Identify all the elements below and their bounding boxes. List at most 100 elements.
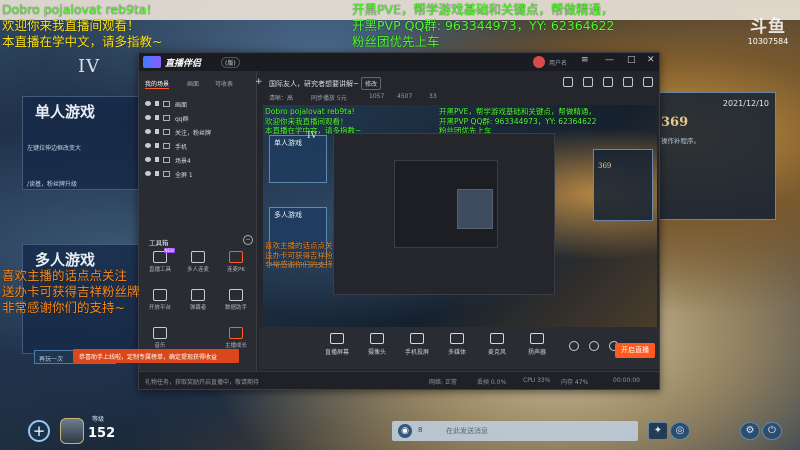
single-player-panel[interactable]: 单人游戏 左键拉伸边框改变大 /读基，粉丝牌升级 [22, 96, 140, 190]
eye-icon[interactable] [145, 143, 151, 148]
tab-receivables[interactable]: 可收表 [215, 79, 233, 88]
screen-capture-button[interactable]: 直播屏幕 [323, 333, 351, 356]
gift-icon[interactable] [583, 77, 593, 87]
tab-screen[interactable]: 画面 [187, 79, 199, 88]
source-type-icon [163, 157, 170, 163]
source-item[interactable]: 手机 [145, 141, 253, 153]
preview-single-panel: 单人游戏 [269, 135, 327, 183]
eye-icon[interactable] [145, 157, 151, 162]
eye-icon[interactable] [145, 115, 151, 120]
source-item[interactable]: 场景4 [145, 155, 253, 167]
tool-label: 音乐 [154, 343, 166, 349]
edit-title-button[interactable]: 修改 [361, 77, 382, 90]
eye-icon[interactable] [145, 171, 151, 176]
microphone-icon [490, 333, 504, 344]
stream-preview[interactable]: Dobro pojalovat reb9ta! 欢迎你来我直播间观看！ 本直播在… [263, 105, 657, 327]
multimedia-button[interactable]: 多媒体 [443, 333, 471, 356]
growth-icon [229, 327, 243, 339]
close-icon[interactable]: ✕ [647, 55, 655, 65]
chat-input[interactable]: 在此发送消息 [446, 426, 488, 436]
tab-scenes[interactable]: 我的场景 [145, 79, 170, 89]
network-status: 网络: 正常 [429, 379, 457, 386]
source-item[interactable]: 全屏 1 [145, 169, 253, 181]
sync-stat: 同步播放 5元 [311, 95, 347, 102]
viewer-stat: 1057 [369, 93, 385, 100]
toolbox-title: 工具箱 [149, 239, 169, 247]
tool-multi-mic[interactable]: 多人连麦 [181, 251, 215, 279]
frame-drop-status: 丢帧 0.0% [477, 379, 507, 386]
settings-icon[interactable]: ⚙ [740, 422, 760, 440]
overlay-line: 送办卡可获得吉祥粉丝牌 [2, 284, 140, 299]
overlay-line: 非常感谢你们的支持~ [2, 300, 125, 315]
username[interactable]: 用户名 [549, 58, 567, 67]
bell-icon[interactable] [623, 77, 633, 87]
news-date: 2021/12/10 [722, 99, 769, 108]
source-type-icon [163, 101, 170, 107]
add-scene-icon[interactable]: + [255, 77, 263, 87]
scene-tabs: 我的场景 画面 可收表 + [145, 77, 263, 91]
tool-data[interactable]: 数据助手 [219, 289, 253, 317]
tool-open-platform[interactable]: 开放平台 [143, 289, 177, 317]
source-label: 全屏 1 [175, 172, 193, 179]
lock-icon[interactable] [155, 129, 159, 134]
window-icon[interactable] [603, 77, 613, 87]
eye-icon[interactable] [145, 129, 151, 134]
record-icon[interactable] [569, 341, 579, 351]
voice-icon[interactable]: ◉ [398, 424, 412, 438]
avatar[interactable] [533, 56, 545, 68]
add-icon[interactable]: + [28, 420, 50, 442]
scene-sidebar: 我的场景 画面 可收表 + 画面 qq群 关注，粉丝牌 手机 场景4 全屏 1 [139, 71, 263, 371]
source-label: qq群 [175, 116, 189, 123]
news-card[interactable]: 2021/12/10 369 操作补程序。 [654, 92, 776, 220]
microphone-button[interactable]: 麦克风 [483, 333, 511, 356]
control-label: 摄像头 [367, 349, 386, 356]
phone-cast-button[interactable]: 手机投屏 [403, 333, 431, 356]
quality-stat[interactable]: 清晰：高 [269, 93, 293, 102]
control-label: 多媒体 [447, 349, 466, 356]
maximize-icon[interactable]: □ [627, 55, 636, 65]
tool-pk[interactable]: 连麦PK [219, 251, 253, 279]
tool-danmaku[interactable]: 弹幕者 [181, 289, 215, 317]
speaker-button[interactable]: 扬声器 [523, 333, 551, 356]
lock-icon[interactable] [155, 171, 159, 176]
minimize-icon[interactable]: — [605, 55, 614, 65]
camera-button[interactable]: 摄像头 [363, 333, 391, 356]
overlay-line: Dobro pojalovat reb9ta! [2, 2, 152, 17]
app-version: (版) [221, 57, 240, 68]
source-item[interactable]: 画面 [145, 99, 253, 111]
tool-label: 主播成长 [224, 343, 247, 349]
tool-label: 开放平台 [148, 305, 171, 311]
eye-icon[interactable] [145, 101, 151, 106]
telescope-icon[interactable]: ✦ [648, 422, 668, 440]
preview-news-card: 369 [593, 149, 653, 221]
eye-icon[interactable] [589, 341, 599, 351]
menu-icon[interactable]: ≡ [581, 55, 589, 65]
chat-bar[interactable]: ◉ 8 在此发送消息 [392, 421, 638, 441]
source-item[interactable]: 关注，粉丝牌 [145, 127, 253, 139]
control-bar: 直播屏幕 摄像头 手机投屏 多媒体 麦克风 扬声器 [259, 327, 659, 369]
live-timer: 00:00:00 [613, 377, 640, 384]
promo-toast[interactable]: 恭喜助手上线啦，定制专属榜单，确定提现获得收益 [73, 349, 239, 363]
lock-icon[interactable] [155, 157, 159, 162]
source-item[interactable]: qq群 [145, 113, 253, 125]
source-label: 场景4 [175, 158, 191, 165]
preview-roman: IV [307, 131, 318, 141]
power-icon[interactable]: ⏻ [762, 422, 782, 440]
source-label: 手机 [175, 144, 188, 151]
room-title: 国际友人，研究者想要讲解~ [269, 80, 359, 88]
share-icon[interactable] [643, 77, 653, 87]
share-screen-icon[interactable] [563, 77, 573, 87]
go-live-button[interactable]: 开启直播 [615, 343, 655, 358]
compass-icon[interactable]: ◎ [670, 422, 690, 440]
tool-live[interactable]: NEW 直播工具 [143, 248, 177, 279]
tool-label: 数据助手 [224, 305, 247, 311]
tool-label: 连麦PK [227, 267, 245, 273]
lock-icon[interactable] [155, 101, 159, 106]
overlay-group-info: 开黑PVE，帮学游戏基础和关键点，帮做精通， 开黑PVP QQ群: 963344… [352, 2, 614, 50]
lock-icon[interactable] [155, 143, 159, 148]
lock-icon[interactable] [155, 115, 159, 120]
toolbox-more-icon[interactable]: − [243, 235, 253, 245]
camera-icon [370, 333, 384, 344]
app-name: 直播伴侣 [165, 59, 202, 69]
preview-single-title: 单人游戏 [274, 139, 302, 147]
